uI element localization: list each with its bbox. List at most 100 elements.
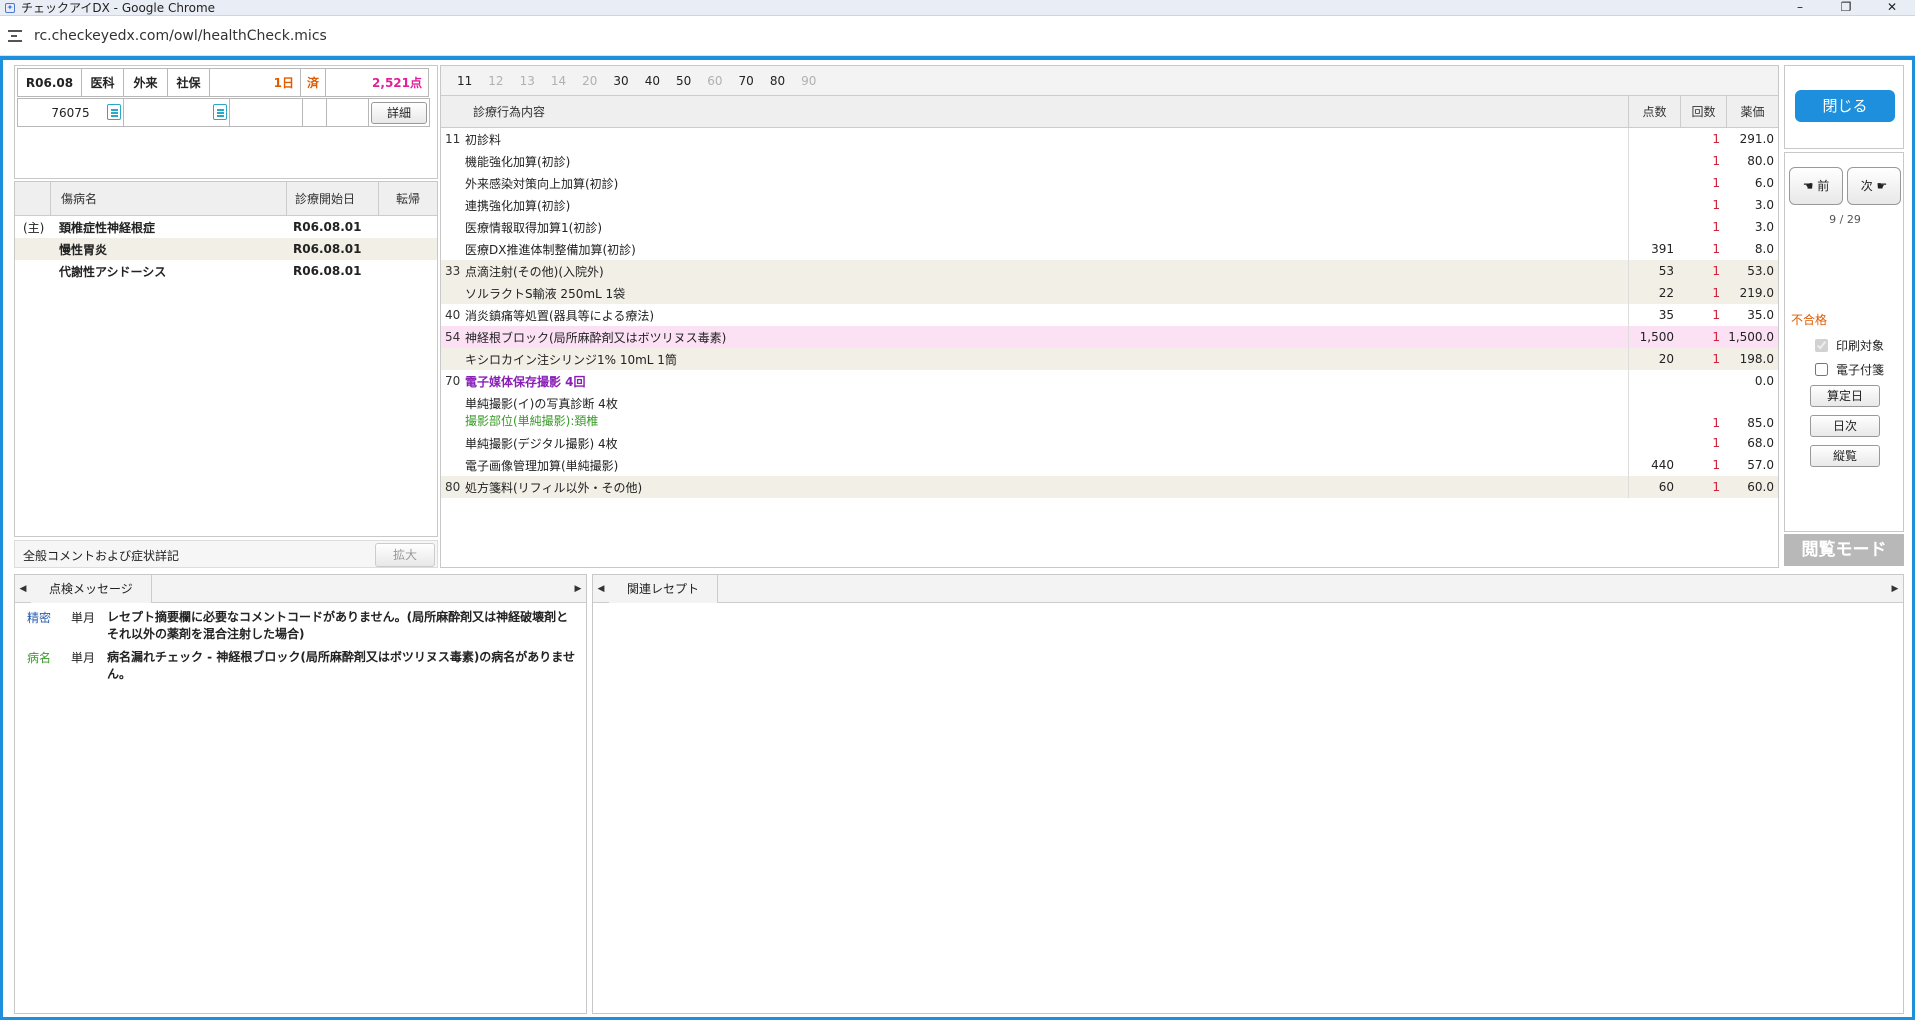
treatment-header: 診療行為内容 点数 回数 薬価 bbox=[441, 95, 1778, 128]
calc-day-button[interactable]: 算定日 bbox=[1810, 385, 1880, 407]
category-tab-50[interactable]: 50 bbox=[676, 74, 691, 88]
treatment-row[interactable]: 単純撮影(デジタル撮影) 4枚 1 68.0 bbox=[441, 432, 1778, 454]
category-tab-13[interactable]: 13 bbox=[520, 74, 535, 88]
treatment-name: キシロカイン注シリンジ1% 10mL 1筒 bbox=[465, 352, 677, 367]
tab-related-receipt[interactable]: 関連レセプト bbox=[609, 574, 719, 603]
app-frame: R06.08 医科 外来 社保 1日 済 2,521点 76075 詳細 傷病名… bbox=[0, 56, 1915, 1020]
disease-name: 頚椎症性神経根症 bbox=[59, 220, 156, 235]
prev-button[interactable]: ☚ 前 bbox=[1789, 167, 1843, 205]
category-tab-40[interactable]: 40 bbox=[645, 74, 660, 88]
copy-icon[interactable] bbox=[213, 104, 227, 120]
site-settings-icon[interactable] bbox=[8, 29, 22, 42]
expand-button[interactable]: 拡大 bbox=[375, 543, 435, 567]
e-attach-toggle[interactable]: 電子付箋 bbox=[1815, 361, 1884, 378]
address-bar[interactable]: rc.checkeyedx.com/owl/healthCheck.mics bbox=[0, 16, 1915, 56]
treatment-row[interactable]: 80 処方箋料(リフィル以外・その他) 60 1 60.0 bbox=[441, 476, 1778, 498]
print-target-checkbox[interactable] bbox=[1815, 339, 1828, 352]
treatment-row[interactable]: 54 神経根ブロック(局所麻酔剤又はボツリヌス毒素) 1,500 1 1,500.0 bbox=[441, 326, 1778, 348]
treatment-row[interactable]: 33 点滴注射(その他)(入院外) 53 1 53.0 bbox=[441, 260, 1778, 282]
disease-row[interactable]: 慢性胃炎 R06.08.01 bbox=[15, 238, 437, 260]
prev-arrow-icon: ☚ bbox=[1802, 179, 1814, 193]
prev-label: 前 bbox=[1817, 179, 1830, 193]
treatment-amount: 1,500.0 bbox=[1728, 330, 1774, 344]
related-receipt-panel: ◀ 関連レセプト ▶ bbox=[592, 574, 1904, 1014]
maximize-button[interactable]: ❐ bbox=[1823, 0, 1869, 16]
treatment-row[interactable]: ソルラクトS輸液 250mL 1袋 22 1 219.0 bbox=[441, 282, 1778, 304]
message-row[interactable]: 病名 単月 病名漏れチェック - 神経根ブロック(局所麻酔剤又はボツリヌス毒素)の病… bbox=[15, 645, 586, 685]
scroll-left-icon[interactable]: ◀ bbox=[15, 584, 31, 594]
treatment-count: 1 bbox=[1712, 458, 1720, 472]
col-treatment-name: 診療行為内容 bbox=[473, 105, 546, 119]
col-outcome: 転帰 bbox=[395, 192, 420, 206]
comment-section-label: 全般コメントおよび症状詳記 bbox=[23, 549, 180, 563]
minimize-button[interactable]: – bbox=[1777, 0, 1823, 16]
category-tab-80[interactable]: 80 bbox=[770, 74, 785, 88]
detail-cell: 詳細 bbox=[368, 98, 430, 127]
category-tab-30[interactable]: 30 bbox=[613, 74, 628, 88]
next-button[interactable]: 次 ☛ bbox=[1847, 167, 1901, 205]
next-label: 次 bbox=[1860, 179, 1873, 193]
receipt-month: R06.08 bbox=[17, 68, 82, 97]
daily-button[interactable]: 日次 bbox=[1810, 415, 1880, 437]
category-tab-14[interactable]: 14 bbox=[551, 74, 566, 88]
category-tab-60[interactable]: 60 bbox=[707, 74, 722, 88]
treatment-row[interactable]: 機能強化加算(初診) 1 80.0 bbox=[441, 150, 1778, 172]
tab-check-messages[interactable]: 点検メッセージ bbox=[31, 574, 152, 603]
message-text: 病名漏れチェック - 神経根ブロック(局所麻酔剤又はボツリヌス毒素)の病名があり… bbox=[107, 650, 575, 681]
disease-row[interactable]: (主) 頚椎症性神経根症 R06.08.01 bbox=[15, 216, 437, 238]
disease-row[interactable]: 代謝性アシドーシス R06.08.01 bbox=[15, 260, 437, 282]
url-text[interactable]: rc.checkeyedx.com/owl/healthCheck.mics bbox=[34, 28, 327, 44]
message-kind: 病名 bbox=[27, 651, 52, 665]
category-tab-11[interactable]: 11 bbox=[457, 74, 472, 88]
treatment-count: 1 bbox=[1712, 286, 1720, 300]
treatment-row[interactable]: キシロカイン注シリンジ1% 10mL 1筒 20 1 198.0 bbox=[441, 348, 1778, 370]
check-messages-tabbar: ◀ 点検メッセージ ▶ bbox=[15, 574, 586, 603]
category-tab-70[interactable]: 70 bbox=[739, 74, 754, 88]
treatment-amount: 3.0 bbox=[1754, 198, 1774, 212]
receipt-status: 済 bbox=[299, 68, 327, 97]
detail-button[interactable]: 詳細 bbox=[371, 101, 427, 124]
treatment-row[interactable]: 医療情報取得加算1(初診) 1 3.0 bbox=[441, 216, 1778, 238]
disease-start-date: R06.08.01 bbox=[293, 220, 362, 234]
category-tab-90[interactable]: 90 bbox=[801, 74, 816, 88]
message-list: 精密 単月 レセプト摘要欄に必要なコメントコードがありません。(局所麻酔剤又は神経破… bbox=[15, 603, 586, 685]
message-row[interactable]: 精密 単月 レセプト摘要欄に必要なコメントコードがありません。(局所麻酔剤又は神経破… bbox=[15, 605, 586, 645]
receipt-visit-type: 外来 bbox=[123, 68, 168, 97]
col-points: 点数 bbox=[1628, 95, 1680, 128]
treatment-name: 単純撮影(デジタル撮影) 4枚 bbox=[465, 436, 618, 451]
close-window-button[interactable]: ✕ bbox=[1869, 0, 1915, 16]
receipt-summary-panel: R06.08 医科 外来 社保 1日 済 2,521点 76075 詳細 bbox=[14, 65, 438, 179]
scroll-right-icon[interactable]: ▶ bbox=[570, 584, 586, 594]
treatment-points bbox=[1628, 194, 1680, 216]
vertical-view-button[interactable]: 縦覧 bbox=[1810, 445, 1880, 467]
treatment-row[interactable]: 11 初診料 1 291.0 bbox=[441, 128, 1778, 150]
scroll-left-icon[interactable]: ◀ bbox=[593, 584, 609, 594]
close-button[interactable]: 閉じる bbox=[1795, 90, 1895, 122]
treatment-count: 1 bbox=[1712, 480, 1720, 494]
disease-start-date: R06.08.01 bbox=[293, 264, 362, 278]
treatment-row[interactable]: 70 電子媒体保存撮影 4回 0.0 bbox=[441, 370, 1778, 392]
treatment-row[interactable]: 連携強化加算(初診) 1 3.0 bbox=[441, 194, 1778, 216]
treatment-row[interactable]: 電子画像管理加算(単純撮影) 440 1 57.0 bbox=[441, 454, 1778, 476]
treatment-name: 神経根ブロック(局所麻酔剤又はボツリヌス毒素) bbox=[465, 330, 727, 345]
check-messages-panel: ◀ 点検メッセージ ▶ 精密 単月 レセプト摘要欄に必要なコメントコードがありません… bbox=[14, 574, 587, 1014]
treatment-amount: 3.0 bbox=[1754, 220, 1774, 234]
treatment-name: 連携強化加算(初診) bbox=[465, 198, 571, 213]
treatment-row[interactable]: 40 消炎鎮痛等処置(器具等による療法) 35 1 35.0 bbox=[441, 304, 1778, 326]
app-icon: ✦ bbox=[5, 2, 15, 13]
treatment-row[interactable]: 医療DX推進体制整備加算(初診) 391 1 8.0 bbox=[441, 238, 1778, 260]
category-tabs: 11 12 13 14 20 30 40 50 60 70 80 90 bbox=[441, 66, 1778, 96]
treatment-name: 機能強化加算(初診) bbox=[465, 154, 571, 169]
treatment-row[interactable]: 単純撮影(イ)の写真診断 4枚 撮影部位(単純撮影):頚椎 1 85.0 bbox=[441, 392, 1778, 432]
treatment-points bbox=[1628, 150, 1680, 172]
scroll-right-icon[interactable]: ▶ bbox=[1887, 584, 1903, 594]
category-tab-20[interactable]: 20 bbox=[582, 74, 597, 88]
e-attach-checkbox[interactable] bbox=[1815, 363, 1828, 376]
print-target-toggle[interactable]: 印刷対象 bbox=[1815, 337, 1884, 354]
treatment-count: 1 bbox=[1712, 330, 1720, 344]
treatment-code: 80 bbox=[445, 480, 461, 494]
treatment-count: 1 bbox=[1712, 352, 1720, 366]
copy-icon[interactable] bbox=[107, 104, 121, 120]
category-tab-12[interactable]: 12 bbox=[488, 74, 503, 88]
treatment-row[interactable]: 外来感染対策向上加算(初診) 1 6.0 bbox=[441, 172, 1778, 194]
